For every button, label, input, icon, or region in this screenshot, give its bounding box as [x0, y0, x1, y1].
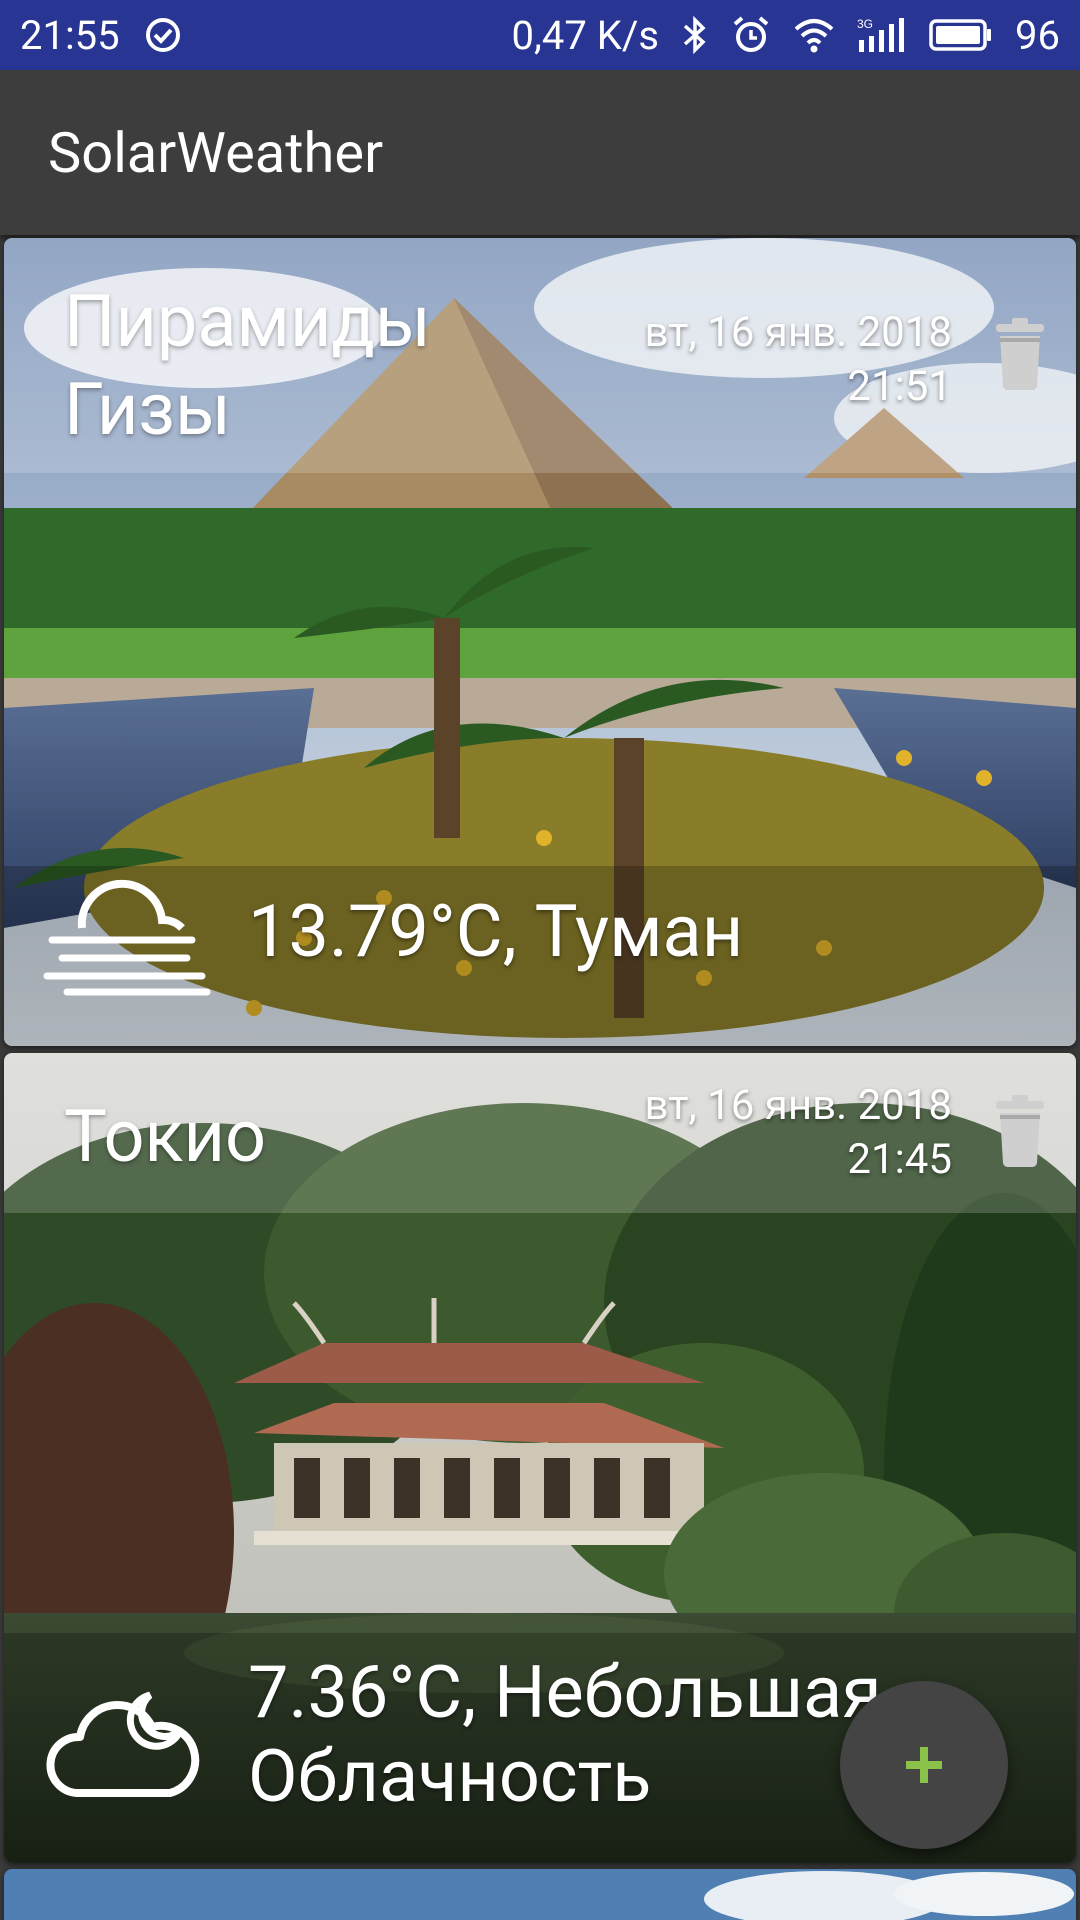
- update-time: 21:51: [847, 362, 952, 411]
- battery-level: 96: [1015, 11, 1060, 59]
- partly-cloudy-night-icon: [46, 1691, 200, 1797]
- update-time: 21:45: [847, 1135, 952, 1184]
- signal-3g-icon: 3G: [857, 16, 907, 54]
- app-title: SolarWeather: [48, 119, 384, 186]
- weather-summary-line-1: 7.36°C, Небольшая: [248, 1650, 882, 1735]
- city-name: Пирамиды Гизы: [64, 279, 431, 452]
- city-background-image: [4, 1869, 1076, 1920]
- check-circle-icon: [144, 16, 182, 54]
- city-card-giza[interactable]: Пирамиды Гизы вт, 16 янв. 2018 21:51 13.…: [4, 238, 1076, 1046]
- svg-text:3G: 3G: [857, 17, 873, 31]
- update-date: вт, 16 янв. 2018: [644, 1081, 952, 1130]
- weather-summary-line-2: Облачность: [248, 1734, 652, 1819]
- trash-icon[interactable]: [992, 1093, 1048, 1169]
- city-card-partial[interactable]: [4, 1869, 1076, 1920]
- wifi-icon: [793, 17, 835, 53]
- update-datetime: вт, 16 янв. 2018 21:45: [645, 1079, 952, 1187]
- battery-icon: [929, 18, 993, 52]
- update-date: вт, 16 янв. 2018: [644, 308, 952, 357]
- bluetooth-icon: [681, 15, 709, 55]
- add-city-button[interactable]: [840, 1681, 1008, 1849]
- status-time: 21:55: [20, 11, 120, 59]
- trash-icon[interactable]: [992, 316, 1048, 392]
- status-bar: 21:55 0,47 K/s 3G 96: [0, 0, 1080, 70]
- fog-icon: [43, 879, 211, 996]
- weather-summary: 13.79°C, Туман: [248, 889, 744, 974]
- update-datetime: вт, 16 янв. 2018 21:51: [645, 306, 952, 414]
- plus-icon: [906, 1747, 942, 1783]
- network-speed: 0,47 K/s: [511, 11, 660, 59]
- weather-summary: 7.36°C, Небольшая Облачность: [248, 1651, 882, 1819]
- app-bar: SolarWeather: [0, 70, 1080, 235]
- alarm-icon: [731, 15, 771, 55]
- city-name: Токио: [64, 1094, 267, 1179]
